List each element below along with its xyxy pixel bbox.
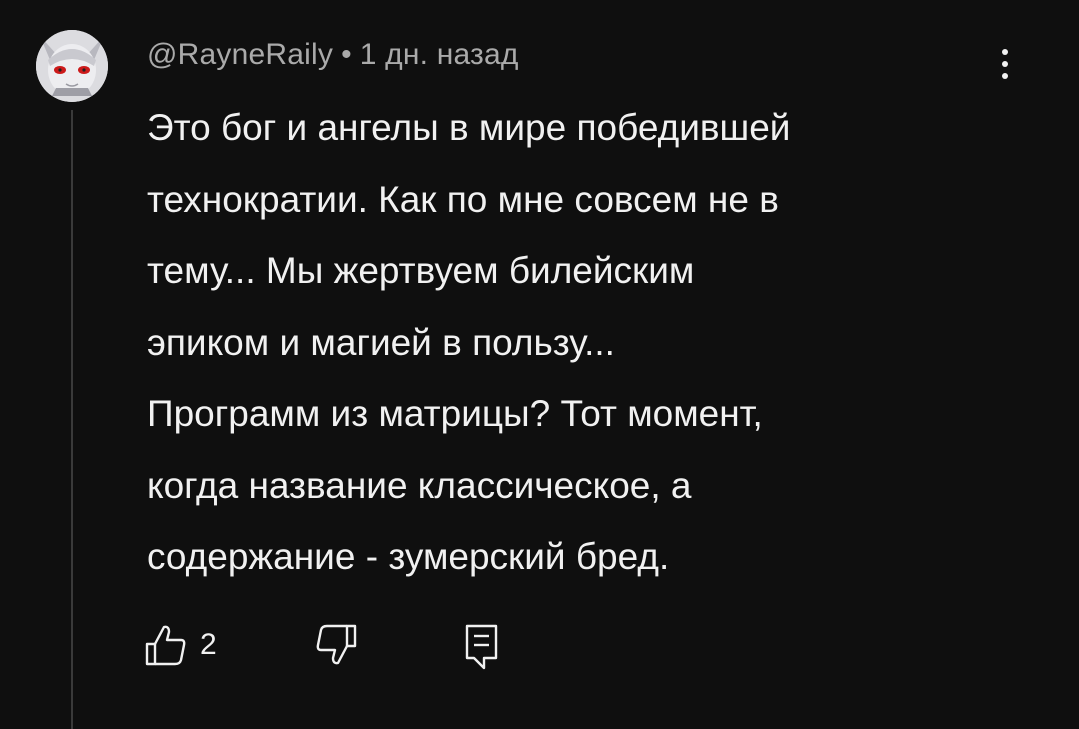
like-button[interactable]: 2 — [144, 622, 217, 668]
thumbs-down-outline-icon — [314, 622, 358, 668]
dislike-button[interactable] — [314, 622, 358, 668]
comment-text-line: эпиком и магией в пользу... — [147, 321, 615, 363]
timestamp: 1 дн. назад — [359, 38, 519, 71]
more-vertical-icon — [1002, 49, 1008, 55]
comment-text-line: тему... Мы жертвуем билейским — [147, 250, 695, 291]
comment-text: Это бог и ангелы в мире победившей техно… — [147, 92, 1027, 593]
more-vertical-icon-dot — [1002, 61, 1008, 67]
reply-button[interactable] — [462, 622, 502, 670]
comment-text-line: содержание - зумерский бред. — [147, 536, 670, 577]
comment-text-line: когда название классическое, а — [147, 464, 692, 506]
comment-text-line: Программ из матрицы? Тот момент, — [147, 393, 763, 434]
avatar[interactable] — [36, 30, 108, 102]
more-options-button[interactable] — [985, 40, 1025, 88]
comment-text-line: технократии. Как по мне совсем не в — [147, 178, 779, 220]
reply-thread-line — [71, 110, 73, 729]
author-name[interactable]: @RayneRaily — [147, 38, 333, 71]
comment-header: @RayneRaily • 1 дн. назад — [147, 38, 519, 72]
more-vertical-icon-dot — [1002, 73, 1008, 79]
thumbs-up-outline-icon — [144, 622, 188, 668]
comment-text-line: Это бог и ангелы в мире победившей — [147, 107, 791, 148]
avatar-image — [36, 30, 108, 102]
like-count: 2 — [200, 628, 217, 661]
separator-dot: • — [341, 38, 352, 71]
reply-comment-icon — [462, 622, 502, 670]
